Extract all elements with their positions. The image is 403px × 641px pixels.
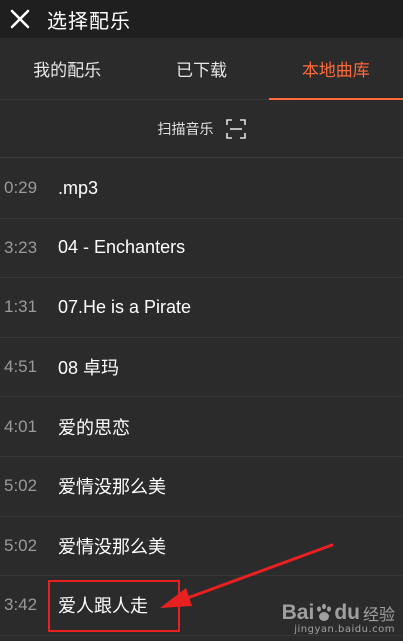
track-row[interactable]: 1:31 07.He is a Pirate	[0, 278, 403, 338]
tab-downloaded[interactable]: 已下载	[134, 38, 268, 99]
track-name: 爱情没那么美	[58, 477, 166, 498]
track-name: .mp3	[58, 177, 99, 198]
watermark-logo-left: Bai	[281, 601, 315, 624]
track-name: 爱人跟人走	[58, 596, 148, 617]
scan-music-button[interactable]: 扫描音乐	[158, 119, 246, 139]
track-name: 08 卓玛	[58, 358, 120, 379]
music-picker-screen: 选择配乐 我的配乐 已下载 本地曲库 扫描音乐 0:29 .mp3 3:23 0…	[0, 0, 403, 641]
track-row[interactable]: 0:29 .mp3	[0, 159, 403, 219]
scan-row: 扫描音乐	[0, 101, 403, 158]
track-name: 04 - Enchanters	[58, 237, 186, 258]
track-duration: 5:02	[4, 535, 38, 555]
watermark-logo-right: du	[334, 601, 360, 624]
baidu-watermark: Bai du 经验 jingyan.baidu.com	[282, 601, 395, 635]
track-duration: 0:29	[4, 178, 38, 198]
scan-label: 扫描音乐	[157, 122, 214, 138]
track-row[interactable]: 4:51 08 卓玛	[0, 338, 403, 398]
track-duration: 3:42	[4, 595, 38, 615]
track-duration: 5:02	[4, 476, 38, 496]
close-button[interactable]	[3, 2, 37, 36]
track-duration: 3:23	[4, 237, 38, 257]
close-icon	[10, 9, 30, 29]
watermark-suffix: 经验	[362, 605, 395, 624]
tab-local-library[interactable]: 本地曲库	[268, 38, 403, 100]
track-row[interactable]: 5:02 爱情没那么美	[0, 457, 403, 517]
track-duration: 4:01	[4, 416, 38, 436]
track-duration: 1:31	[4, 297, 38, 317]
scan-icon	[225, 119, 246, 139]
tab-bar: 我的配乐 已下载 本地曲库	[0, 38, 403, 100]
track-row[interactable]: 5:02 爱情没那么美	[0, 517, 403, 577]
track-row[interactable]: 4:01 爱的思恋	[0, 397, 403, 457]
tab-my-music[interactable]: 我的配乐	[0, 38, 134, 99]
watermark-url: jingyan.baidu.com	[294, 624, 395, 635]
page-title: 选择配乐	[47, 8, 131, 33]
track-duration: 4:51	[4, 357, 38, 377]
track-row[interactable]: 3:23 04 - Enchanters	[0, 219, 403, 279]
track-list: 0:29 .mp3 3:23 04 - Enchanters 1:31 07.H…	[0, 159, 403, 636]
track-name: 07.He is a Pirate	[58, 296, 192, 317]
track-name: 爱的思恋	[58, 417, 130, 438]
header-bar: 选择配乐	[0, 0, 403, 38]
track-name: 爱情没那么美	[58, 536, 166, 557]
paw-icon	[317, 603, 332, 621]
